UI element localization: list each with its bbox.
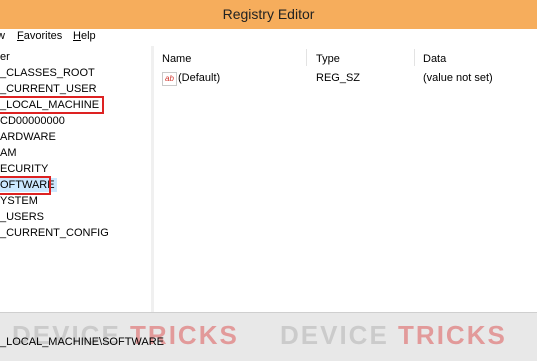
menu-help[interactable]: Help xyxy=(73,30,96,42)
watermark-word-1: DEVICE xyxy=(280,320,389,350)
window-title: Registry Editor xyxy=(222,6,315,22)
status-path: _LOCAL_MACHINE\SOFTWARE xyxy=(0,336,165,348)
tree-node-system[interactable]: YSTEM xyxy=(0,194,38,208)
table-row[interactable]: ab (Default) REG_SZ (value not set) xyxy=(154,71,537,87)
value-data: (value not set) xyxy=(423,72,493,84)
highlight-box-local-machine xyxy=(0,96,104,114)
column-header-data[interactable]: Data xyxy=(423,53,446,65)
highlight-box-software xyxy=(0,176,51,195)
column-header-name[interactable]: Name xyxy=(162,53,191,65)
tree-node-classes-root[interactable]: _CLASSES_ROOT xyxy=(0,66,95,80)
menu-bar: w Favorites Help xyxy=(0,29,537,47)
column-header-type[interactable]: Type xyxy=(316,53,340,65)
menu-help-rest: elp xyxy=(80,30,96,42)
value-type: REG_SZ xyxy=(316,72,361,84)
values-list[interactable]: Name Type Data ab (Default) REG_SZ (valu… xyxy=(154,46,537,312)
watermark: DEVICE TRICKS xyxy=(280,320,507,351)
column-divider[interactable] xyxy=(306,49,307,66)
column-divider[interactable] xyxy=(414,49,415,66)
title-bar: Registry Editor xyxy=(0,0,537,30)
tree-node-hardware[interactable]: ARDWARE xyxy=(0,130,56,144)
tree-node-security[interactable]: ECURITY xyxy=(0,162,48,176)
string-value-icon: ab xyxy=(162,72,177,86)
menu-view[interactable]: w xyxy=(0,30,5,42)
status-bar: DEVICE TRICKS DEVICE TRICKS _LOCAL_MACHI… xyxy=(0,312,537,361)
tree-node-sam[interactable]: AM xyxy=(0,146,17,160)
tree-node-bcd[interactable]: CD00000000 xyxy=(0,114,65,128)
registry-tree[interactable]: er _CLASSES_ROOT _CURRENT_USER _LOCAL_MA… xyxy=(0,46,152,312)
value-name: (Default) xyxy=(178,72,221,84)
menu-favorites[interactable]: Favorites xyxy=(17,30,62,42)
watermark-word-2: TRICKS xyxy=(398,320,507,350)
tree-node-current-user[interactable]: _CURRENT_USER xyxy=(0,82,97,96)
tree-node-users[interactable]: _USERS xyxy=(0,210,44,224)
menu-favorites-rest: avorites xyxy=(23,30,63,42)
tree-root-computer[interactable]: er xyxy=(0,50,10,64)
tree-node-current-config[interactable]: _CURRENT_CONFIG xyxy=(0,226,109,240)
